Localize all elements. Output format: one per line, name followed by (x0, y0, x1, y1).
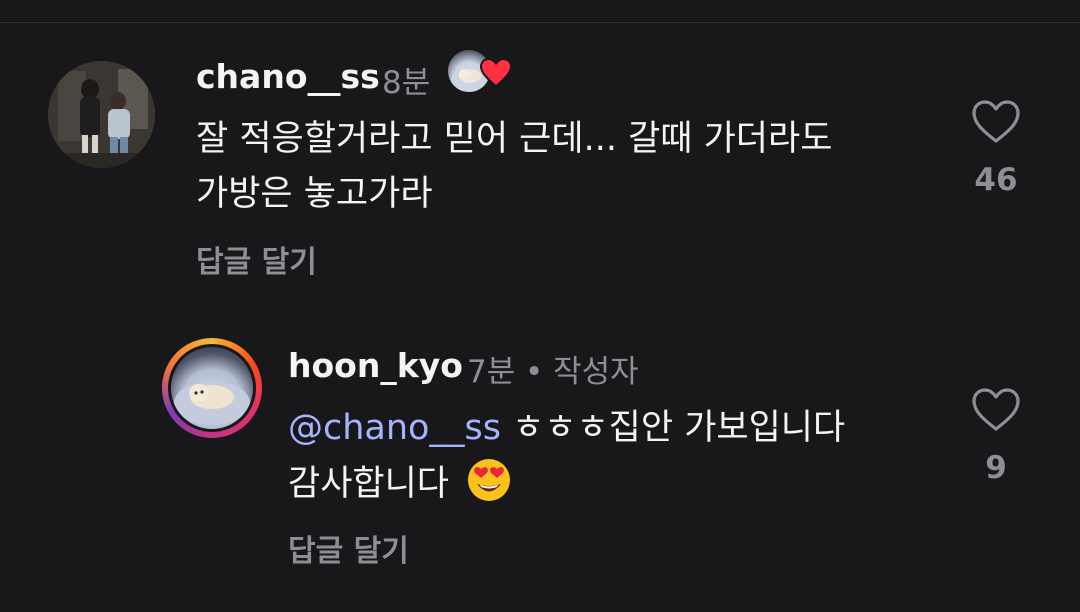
comment-username[interactable]: hoon_kyo (288, 346, 463, 385)
heart-outline-icon[interactable] (971, 387, 1021, 433)
reply-button[interactable]: 답글 달기 (288, 526, 409, 570)
comment-username[interactable]: chano__ss (196, 57, 380, 96)
comment-text: ㅎㅎㅎ집안 가보입니다 (500, 408, 846, 448)
avatar[interactable] (48, 61, 155, 168)
comment-text-line: 가방은 놓고가라 (196, 174, 433, 214)
heart-filled-icon (480, 58, 512, 88)
heart-eyes-emoji (468, 459, 511, 501)
reply-button[interactable]: 답글 달기 (196, 237, 317, 281)
comment-text: 감사합니다 (288, 464, 450, 504)
like-count: 9 (985, 450, 1007, 486)
like-count: 46 (974, 162, 1018, 198)
comment-text-line: 잘 적응할거라고 믿어 근데... 갈때 가더라도 (196, 119, 833, 159)
comment-time: 7분 (467, 354, 516, 390)
mention-link[interactable]: @chano__ss (288, 408, 501, 448)
comment-item: chano__ss 8분 잘 적응할거라고 믿어 근데... 갈때 가더라도 가… (0, 0, 1080, 300)
avatar[interactable] (168, 344, 256, 432)
author-label: • 작성자 (525, 354, 639, 390)
comment-text-line: 감사합니다 (288, 457, 512, 510)
heart-outline-icon[interactable] (971, 99, 1021, 145)
comment-text-line: @chano__ss ㅎㅎㅎ집안 가보입니다 (288, 402, 845, 454)
comment-time: 8분 (382, 65, 431, 101)
author-liked-badge (446, 48, 512, 98)
